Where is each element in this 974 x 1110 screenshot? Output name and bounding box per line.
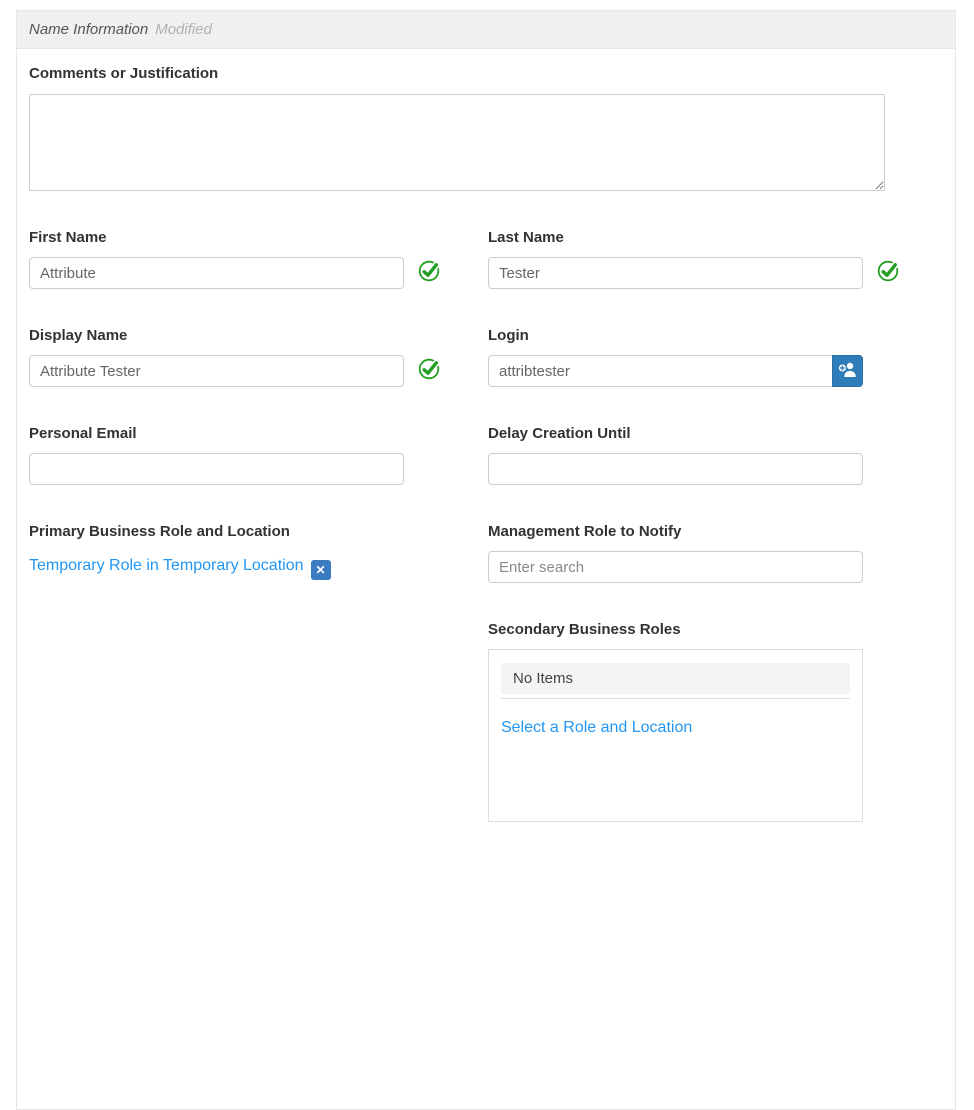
roles-separator bbox=[501, 698, 850, 699]
remove-x-icon: ✕ bbox=[315, 564, 325, 576]
user-plus-icon bbox=[838, 361, 857, 381]
primary-role-link[interactable]: Temporary Role in Temporary Location bbox=[29, 557, 304, 574]
display-name-group: Display Name bbox=[29, 327, 404, 387]
personal-email-group: Personal Email bbox=[29, 425, 404, 485]
delay-creation-label: Delay Creation Until bbox=[488, 425, 863, 443]
management-role-search-input[interactable] bbox=[488, 551, 863, 583]
secondary-roles-label: Secondary Business Roles bbox=[488, 621, 863, 639]
panel-body: Comments or Justification First Name Las… bbox=[17, 49, 955, 860]
login-group: Login bbox=[488, 327, 863, 387]
delay-creation-group: Delay Creation Until bbox=[488, 425, 863, 485]
display-name-label: Display Name bbox=[29, 327, 404, 345]
first-name-label: First Name bbox=[29, 229, 404, 247]
name-information-panel: Name Information Modified Comments or Ju… bbox=[16, 10, 956, 1110]
comments-textarea[interactable] bbox=[29, 94, 885, 191]
first-name-valid-check-icon bbox=[418, 260, 440, 282]
panel-status-modified: Modified bbox=[155, 21, 212, 38]
secondary-roles-box: No Items Select a Role and Location bbox=[488, 649, 863, 822]
personal-email-label: Personal Email bbox=[29, 425, 404, 443]
remove-primary-role-button[interactable]: ✕ bbox=[311, 560, 331, 580]
first-name-group: First Name bbox=[29, 229, 404, 289]
personal-email-input[interactable] bbox=[29, 453, 404, 485]
panel-title: Name Information bbox=[29, 21, 148, 38]
comments-group: Comments or Justification bbox=[29, 65, 863, 191]
generate-login-button[interactable] bbox=[832, 355, 863, 387]
select-role-link[interactable]: Select a Role and Location bbox=[501, 719, 692, 737]
last-name-group: Last Name bbox=[488, 229, 863, 289]
login-label: Login bbox=[488, 327, 863, 345]
comments-label: Comments or Justification bbox=[29, 65, 863, 83]
last-name-input[interactable] bbox=[488, 257, 863, 289]
login-input[interactable] bbox=[488, 355, 833, 387]
management-role-label: Management Role to Notify bbox=[488, 523, 863, 541]
primary-role-group: Primary Business Role and Location Tempo… bbox=[29, 523, 404, 583]
last-name-label: Last Name bbox=[488, 229, 863, 247]
management-role-group: Management Role to Notify bbox=[488, 523, 863, 583]
delay-creation-input[interactable] bbox=[488, 453, 863, 485]
display-name-input[interactable] bbox=[29, 355, 404, 387]
no-items-row: No Items bbox=[501, 663, 850, 694]
last-name-valid-check-icon bbox=[877, 260, 899, 282]
display-name-valid-check-icon bbox=[418, 358, 440, 380]
primary-role-label: Primary Business Role and Location bbox=[29, 523, 404, 541]
secondary-roles-group: Secondary Business Roles No Items Select… bbox=[488, 621, 863, 822]
panel-header: Name Information Modified bbox=[17, 11, 955, 49]
first-name-input[interactable] bbox=[29, 257, 404, 289]
